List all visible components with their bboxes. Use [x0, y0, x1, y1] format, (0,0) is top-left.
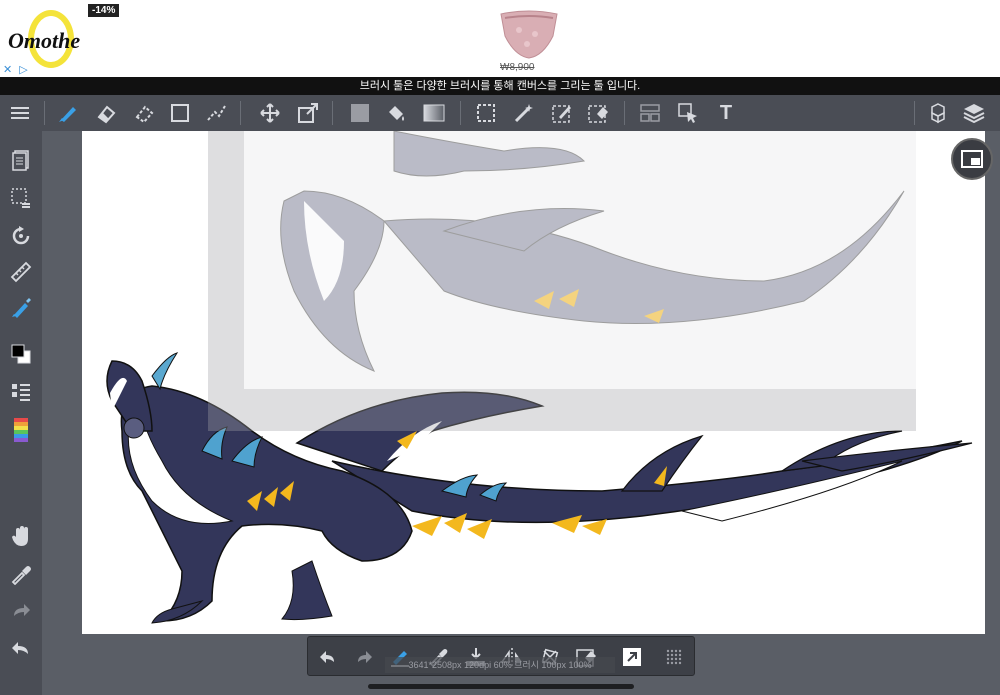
color-palette-icon[interactable]: [0, 413, 42, 447]
navigator-button[interactable]: [951, 138, 993, 180]
redo-icon[interactable]: [0, 593, 42, 627]
pages-icon[interactable]: [0, 143, 42, 177]
ruler-icon[interactable]: [0, 255, 42, 289]
toolbar-divider: [460, 101, 461, 125]
left-sidebar: [0, 131, 42, 695]
transform-icon[interactable]: [290, 95, 326, 131]
materials-icon[interactable]: [920, 95, 956, 131]
layer-list-icon[interactable]: [0, 375, 42, 409]
blur-eraser-icon[interactable]: [126, 95, 162, 131]
ghost-dragon-artwork: [280, 131, 905, 372]
marquee-icon[interactable]: [468, 95, 504, 131]
color-swatch-icon[interactable]: [0, 337, 42, 371]
undo-icon[interactable]: [0, 631, 42, 665]
grid-dots-icon[interactable]: [656, 637, 692, 677]
bucket-icon[interactable]: [378, 95, 414, 131]
menu-icon[interactable]: [2, 95, 38, 131]
fill-icon[interactable]: [342, 95, 378, 131]
hand-icon[interactable]: [0, 519, 42, 553]
tool-tooltip: 브러시 툴은 다양한 브러시를 통해 캔버스를 그리는 툴 입니다.: [0, 77, 1000, 95]
ad-banner[interactable]: Omothe -14% ✕ ▷ ₩8,900: [0, 0, 1000, 77]
eyedropper-icon[interactable]: [0, 557, 42, 591]
app-root: Omothe -14% ✕ ▷ ₩8,900 브러시 툴은 다양한 브러시를 통…: [0, 0, 1000, 695]
ad-discount-badge: -14%: [88, 4, 120, 17]
gradient-icon[interactable]: [416, 95, 452, 131]
expand-icon[interactable]: [614, 637, 650, 677]
pointer-icon[interactable]: [670, 95, 706, 131]
rotate-canvas-icon[interactable]: [0, 219, 42, 253]
ad-price: ₩8,900: [500, 62, 535, 73]
toolbar-divider: [914, 101, 915, 125]
home-indicator[interactable]: [368, 684, 634, 689]
redo-icon[interactable]: [346, 637, 382, 677]
ad-product-image: [495, 6, 563, 62]
selection-layer-icon[interactable]: [0, 181, 42, 215]
text-tool-icon[interactable]: T: [708, 95, 744, 131]
select-erase-icon[interactable]: [580, 95, 616, 131]
ghost-canvas-preview: [244, 131, 916, 389]
select-pen-icon[interactable]: [198, 95, 234, 131]
pen-pressure-icon[interactable]: [0, 291, 42, 325]
rectangle-icon[interactable]: [162, 95, 198, 131]
canvas-status-text: 3641*2508px 120dpi 60% 브러시 100px 100%: [385, 657, 615, 673]
select-draw-icon[interactable]: [544, 95, 580, 131]
brush-icon[interactable]: [50, 95, 86, 131]
toolbar-divider: [624, 101, 625, 125]
top-toolbar: T: [0, 95, 1000, 131]
eraser-icon[interactable]: [88, 95, 124, 131]
layers-icon[interactable]: [956, 95, 992, 131]
move-icon[interactable]: [252, 95, 288, 131]
ad-brand: Omothe: [8, 28, 81, 53]
toolbar-divider: [44, 101, 45, 125]
frame-icon[interactable]: [632, 95, 668, 131]
toolbar-divider: [332, 101, 333, 125]
undo-icon[interactable]: [310, 637, 346, 677]
magic-wand-icon[interactable]: [506, 95, 542, 131]
toolbar-divider: [240, 101, 241, 125]
ad-logo: Omothe: [6, 10, 81, 68]
ad-choices-icon[interactable]: ✕ ▷: [3, 63, 30, 76]
